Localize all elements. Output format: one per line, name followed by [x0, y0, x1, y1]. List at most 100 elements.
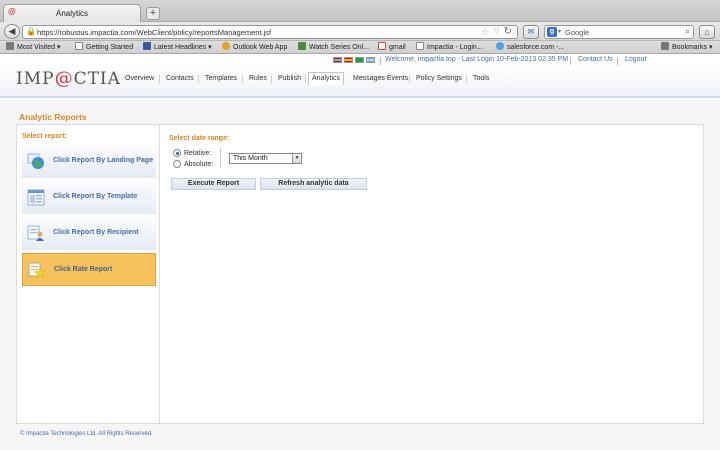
bookmark-label: Latest Headlines ▾ [154, 44, 212, 51]
address-bar[interactable]: 🔒 https://robustus.impactia.com/WebClien… [22, 25, 518, 39]
bookmark-label: Getting Started [86, 44, 134, 51]
history-dropdown-icon[interactable]: ▽ [494, 27, 499, 35]
nav-divider [466, 75, 467, 83]
relative-label: Relative: [184, 150, 212, 157]
report-panel: Select report: Click Report By Landing P… [16, 124, 704, 424]
site-header: IMP@CTIA Overview Contacts Templates Rul… [0, 68, 720, 98]
absolute-radio[interactable] [173, 160, 181, 168]
divider [380, 57, 381, 65]
salesforce-cloud-icon [496, 42, 504, 50]
report-item-recipient[interactable]: Click Report By Recipient [22, 217, 156, 250]
nav-divider [159, 75, 160, 83]
site-top-bar: Welcome, impactia.top - Last Login 10-Fe… [0, 54, 720, 68]
home-icon: ⌂ [704, 27, 710, 37]
report-item-template[interactable]: Click Report By Template [22, 181, 156, 214]
divider [220, 148, 221, 168]
argentina-flag-icon[interactable] [366, 57, 375, 63]
recipient-icon [27, 225, 44, 241]
star-report-icon [28, 262, 46, 279]
bookmarks-menu[interactable]: Bookmarks ▾ [661, 42, 712, 53]
bookmark-getting-started[interactable]: Getting Started [75, 42, 133, 53]
bookmark-salesforce[interactable]: salesforce.com -... [496, 42, 564, 53]
logout-link[interactable]: Logout [625, 56, 646, 63]
nav-overview[interactable]: Overview [125, 73, 154, 85]
page-icon [416, 42, 424, 50]
outlook-icon [222, 42, 230, 50]
search-icon[interactable]: ⌕ [685, 26, 690, 37]
nav-divider [305, 75, 306, 83]
back-button[interactable]: ◀ [4, 24, 20, 39]
brazil-flag-icon[interactable] [355, 57, 364, 63]
nav-publish[interactable]: Publish [278, 73, 301, 85]
bookmarks-icon [661, 42, 669, 50]
relative-option[interactable]: Relative: [173, 149, 211, 158]
search-input[interactable]: Google [565, 28, 589, 37]
bookmark-folder-icon [6, 42, 14, 50]
divider [570, 57, 571, 65]
nav-divider [242, 75, 243, 83]
bookmark-outlook[interactable]: Outlook Web App [222, 42, 287, 53]
select-report-label: Select report: [22, 133, 68, 140]
bookmark-label: Most Visited ▾ [17, 44, 61, 51]
nav-messages-events[interactable]: Messages Events [353, 73, 408, 85]
page-icon [75, 42, 83, 50]
bookmark-watch-series[interactable]: Watch Series Onl... [298, 42, 369, 53]
impactia-logo[interactable]: IMP@CTIA [16, 68, 121, 89]
bookmark-gmail[interactable]: gmail [378, 42, 406, 53]
nav-templates[interactable]: Templates [205, 73, 237, 85]
logo-text-left: IMP [16, 69, 55, 89]
us-flag-icon[interactable] [333, 57, 342, 63]
globe-icon [27, 153, 44, 169]
footer-copyright: © Impactia Technologies Ltd. All Rights … [20, 431, 153, 437]
nav-policy-settings[interactable]: Policy Settings [416, 73, 462, 85]
logo-at-symbol: @ [54, 68, 74, 89]
report-item-landing-page[interactable]: Click Report By Landing Page [22, 145, 156, 178]
absolute-option[interactable]: Absolute: [173, 160, 213, 169]
bookmark-star-icon[interactable]: ☆ [481, 27, 489, 38]
welcome-message: Welcome, impactia.top - Last Login 10-Fe… [385, 56, 569, 63]
select-value: This Month [233, 155, 268, 162]
lock-icon: 🔒 [26, 27, 36, 36]
search-bar[interactable]: g ▾ Google ⌕ [544, 25, 694, 39]
addon-button[interactable]: ✉ [523, 25, 539, 39]
refresh-analytic-data-button[interactable]: Refresh analytic data [260, 178, 367, 190]
report-label: Click Report By Recipient [53, 229, 139, 236]
home-button[interactable]: ⌂ [699, 25, 715, 39]
nav-rules[interactable]: Rules [249, 73, 267, 85]
bookmark-latest-headlines[interactable]: Latest Headlines ▾ [143, 42, 212, 53]
engine-dropdown-icon[interactable]: ▾ [558, 28, 561, 35]
new-tab-button[interactable]: + [146, 7, 160, 20]
nav-contacts[interactable]: Contacts [166, 73, 194, 85]
spain-flag-icon[interactable] [344, 57, 353, 63]
bookmark-label: Watch Series Onl... [309, 44, 370, 51]
bookmark-impactia-login[interactable]: Impactia - Login... [416, 42, 483, 53]
google-engine-icon[interactable]: g [547, 27, 557, 37]
nav-divider [271, 75, 272, 83]
nav-tools[interactable]: Tools [473, 73, 489, 85]
relative-radio[interactable] [173, 149, 181, 157]
url-text[interactable]: https://robustus.impactia.com/WebClient/… [37, 28, 271, 37]
execute-report-button[interactable]: Execute Report [171, 178, 256, 190]
report-item-click-rate[interactable]: Click Rate Report [22, 253, 156, 286]
chevron-down-icon[interactable]: ▼ [292, 154, 301, 163]
nav-divider [409, 75, 410, 83]
absolute-label: Absolute: [184, 161, 214, 168]
reload-icon[interactable]: ↻ [504, 26, 512, 37]
gmail-icon [378, 42, 386, 50]
report-label: Click Rate Report [54, 266, 113, 273]
bookmark-label: salesforce.com -... [507, 44, 565, 51]
bookmark-most-visited[interactable]: Most Visited ▾ [6, 42, 60, 53]
browser-tab-analytics[interactable]: @ Analytics [3, 4, 141, 22]
nav-analytics[interactable]: Analytics [308, 72, 345, 85]
nav-divider [198, 75, 199, 83]
browser-navigation-bar: ◀ 🔒 https://robustus.impactia.com/WebCli… [0, 22, 720, 41]
bookmarks-toolbar: Most Visited ▾ Getting Started Latest He… [0, 41, 720, 54]
logo-text-right: CTIA [73, 69, 121, 89]
back-arrow-icon: ◀ [8, 26, 16, 36]
bookmark-label: Impactia - Login... [427, 44, 483, 51]
divider [617, 57, 618, 65]
date-range-label: Select date range: [169, 135, 230, 142]
contact-us-link[interactable]: Contact Us [578, 56, 613, 63]
tab-title: Analytics [55, 9, 88, 18]
relative-range-select[interactable]: This Month ▼ [229, 153, 302, 164]
